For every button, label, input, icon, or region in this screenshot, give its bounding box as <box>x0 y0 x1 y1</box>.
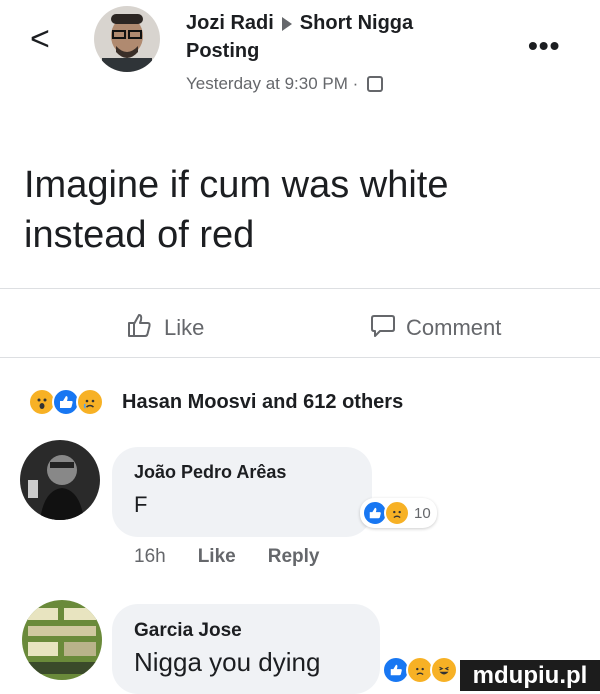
commenter-name[interactable]: João Pedro Arêas <box>134 462 286 483</box>
divider <box>0 357 600 358</box>
reaction-summary[interactable]: Hasan Moosvi and 612 others <box>122 391 403 414</box>
post-text: Imagine if cum was white instead of red <box>24 160 584 260</box>
watermark: mdupiu.pl <box>460 660 600 691</box>
comment-actions: 16h Like Reply <box>134 546 319 568</box>
group-name[interactable]: Short Nigga <box>300 12 413 34</box>
speech-bubble-icon <box>370 312 396 344</box>
comment-text: Nigga you dying <box>134 647 321 677</box>
reaction-icons[interactable] <box>28 388 104 416</box>
play-arrow-icon <box>281 16 292 31</box>
author-avatar[interactable] <box>94 6 160 72</box>
reaction-count: 10 <box>414 504 431 522</box>
post-timestamp[interactable]: Yesterday at 9:30 PM · <box>186 74 358 93</box>
like-button[interactable]: Like <box>126 312 204 344</box>
comment-text: F <box>134 492 148 517</box>
commenter-avatar[interactable] <box>20 440 100 520</box>
haha-icon <box>430 656 458 684</box>
like-label: Like <box>164 315 205 340</box>
thumbs-up-icon <box>126 312 152 344</box>
divider <box>0 288 600 289</box>
comment-reactions[interactable]: 10 <box>360 498 437 528</box>
comment-reactions[interactable] <box>382 656 458 684</box>
comment-label: Comment <box>406 315 502 340</box>
back-button[interactable]: < <box>30 22 50 56</box>
post-meta: Yesterday at 9:30 PM · <box>186 74 384 94</box>
group-name-line2[interactable]: Posting <box>186 40 259 63</box>
sad-icon <box>384 500 410 526</box>
sad-icon <box>76 388 104 416</box>
more-options-button[interactable]: ••• <box>528 30 560 62</box>
audience-icon <box>367 76 384 92</box>
comment-time: 16h <box>134 546 166 567</box>
commenter-name[interactable]: Garcia Jose <box>134 620 242 642</box>
comment-button[interactable]: Comment <box>370 312 501 344</box>
comment-like-button[interactable]: Like <box>198 546 236 568</box>
commenter-avatar[interactable] <box>22 600 102 680</box>
comment-reply-button[interactable]: Reply <box>268 546 320 568</box>
author-name[interactable]: Jozi Radi <box>186 12 274 34</box>
post-text-line: instead of red <box>24 214 255 256</box>
post-text-line: Imagine if cum was white <box>24 164 449 206</box>
post-header-title: Jozi Radi Short Nigga <box>186 10 413 36</box>
comment-bubble <box>112 447 372 537</box>
